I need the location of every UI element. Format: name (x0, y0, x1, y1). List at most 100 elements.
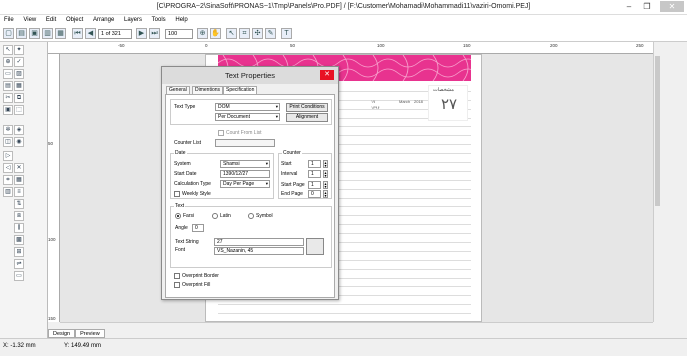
align-tool-icon[interactable]: ⌗ (3, 175, 13, 185)
layers-tool-icon[interactable]: ▤ (3, 81, 13, 91)
stop-tool-icon[interactable]: ◁ (3, 163, 13, 173)
text-string-field[interactable]: 27 (214, 238, 304, 246)
grid-icon[interactable]: ▦ (55, 28, 66, 39)
interval-field[interactable]: 1 (308, 170, 321, 178)
star-tool-icon[interactable]: ✲ (3, 125, 13, 135)
latin-label: Latin (220, 213, 231, 219)
font-field[interactable]: VS_Nazanin, 45 (214, 247, 304, 255)
symbol-label: Symbol (256, 213, 273, 219)
latin-radio[interactable] (212, 213, 218, 219)
dialog-close-button[interactable]: ✕ (320, 70, 334, 80)
date-block[interactable]: مشخصات ۲۷ (428, 85, 468, 121)
design-canvas[interactable]: مشخصات ۲۷ ۱۷ ۱۳۹۶ March 2018 (60, 54, 653, 322)
calc-type-select[interactable]: Day Per Page ▾ (220, 180, 270, 188)
node-tool-icon[interactable]: ✦ (14, 45, 24, 55)
pencil-icon[interactable]: ✎ (265, 28, 276, 39)
calc-tool-icon[interactable]: ⊞ (14, 247, 24, 257)
tab-design[interactable]: Design (48, 329, 76, 338)
close-tool-icon[interactable]: ✕ (14, 163, 24, 173)
vertical-scrollbar[interactable] (653, 42, 661, 322)
count-from-list-checkbox[interactable] (218, 130, 224, 136)
sort-tool-icon[interactable]: ⇅ (14, 199, 24, 209)
frame-tool-icon[interactable]: ⬚ (14, 105, 24, 115)
node-icon[interactable]: ✣ (252, 28, 263, 39)
horizontal-scrollbar[interactable] (60, 322, 653, 329)
maximize-button[interactable]: ❐ (638, 1, 656, 12)
end-page-field[interactable]: 0 (308, 190, 321, 198)
start-field[interactable]: 1 (308, 160, 321, 168)
menu-arrange[interactable]: Arrange (89, 15, 118, 26)
next-page-icon[interactable]: ▶ (136, 28, 147, 39)
dialog-title: Text Properties (162, 67, 338, 84)
weekly-style-checkbox[interactable] (174, 191, 180, 197)
menu-edit[interactable]: Edit (42, 15, 60, 26)
vertical-scroll-thumb[interactable] (655, 56, 660, 206)
crop-icon[interactable]: ⌗ (239, 28, 250, 39)
paste-tool-icon[interactable]: ▦ (14, 81, 24, 91)
pointer-icon[interactable]: ↖ (226, 28, 237, 39)
menu-layers[interactable]: Layers (120, 15, 146, 26)
overprint-fill-checkbox[interactable] (174, 282, 180, 288)
angle-field[interactable]: 0 (192, 224, 204, 232)
last-page-icon[interactable]: ⏭ (149, 28, 160, 39)
page-number-field[interactable]: 1 of 321 (98, 29, 132, 39)
save-icon[interactable]: ▣ (29, 28, 40, 39)
open-icon[interactable]: ▤ (16, 28, 27, 39)
image-tool-icon[interactable]: ▣ (3, 105, 13, 115)
menu-bar: File View Edit Object Arrange Layers Too… (0, 15, 687, 26)
menu-object[interactable]: Object (62, 15, 87, 26)
hand-icon[interactable]: ✋ (210, 28, 221, 39)
text-type-scope-select[interactable]: Per Document ▾ (215, 113, 280, 121)
play-tool-icon[interactable]: ▷ (3, 151, 13, 161)
table-tool-icon[interactable]: ▥ (3, 187, 13, 197)
system-select[interactable]: Shamsi ▾ (220, 160, 270, 168)
record-tool-icon[interactable]: ◉ (14, 137, 24, 147)
menu-file[interactable]: File (0, 15, 18, 26)
start-date-field[interactable]: 1390/12/27 (220, 170, 270, 178)
menu-view[interactable]: View (19, 15, 40, 26)
end-page-spinner[interactable]: ▴ ▾ (323, 190, 328, 198)
copy-tool-icon[interactable]: ⧉ (14, 93, 24, 103)
barcode-tool-icon[interactable]: ⫼ (14, 223, 24, 233)
farsi-radio[interactable] (175, 213, 181, 219)
cube-tool-icon[interactable]: ◫ (3, 137, 13, 147)
menu-tools[interactable]: Tools (148, 15, 170, 26)
start-page-spinner[interactable]: ▴ ▾ (323, 181, 328, 189)
start-spinner[interactable]: ▴ ▾ (323, 160, 328, 168)
menu-help[interactable]: Help (171, 15, 191, 26)
text-icon[interactable]: T (281, 28, 292, 39)
first-page-icon[interactable]: ⏮ (72, 28, 83, 39)
overprint-fill-label: Overprint Fill (182, 282, 211, 288)
text-type-select[interactable]: DOM ▾ (215, 103, 280, 111)
select-tool-icon[interactable]: ↖ (3, 45, 13, 55)
symbol-radio[interactable] (248, 213, 254, 219)
print-conditions-button[interactable]: Print Conditions (286, 103, 328, 112)
toolbar: ▢ ▤ ▣ ▥ ▦ ⏮ ◀ 1 of 321 ▶ ⏭ 100 ⊕ ✋ ↖ ⌗ ✣… (0, 26, 687, 42)
flow-tool-icon[interactable]: ⇌ (14, 259, 24, 269)
zoom-field[interactable]: 100 (165, 29, 193, 39)
grid-tool-icon[interactable]: ▦ (14, 175, 24, 185)
prev-page-icon[interactable]: ◀ (85, 28, 96, 39)
close-button[interactable]: ✕ (660, 1, 684, 12)
field-tool-icon[interactable]: ▭ (14, 271, 24, 281)
counter-list-field[interactable] (215, 139, 275, 147)
check-tool-icon[interactable]: ✓ (14, 57, 24, 67)
palette-tool-icon[interactable]: ◈ (14, 125, 24, 135)
print-icon[interactable]: ▥ (42, 28, 53, 39)
font-picker-button[interactable] (306, 238, 324, 255)
new-icon[interactable]: ▢ (3, 28, 14, 39)
interval-spinner[interactable]: ▴ ▾ (323, 170, 328, 178)
list-tool-icon[interactable]: ≡ (14, 187, 24, 197)
tab-preview[interactable]: Preview (75, 329, 105, 338)
zoom-tool-icon[interactable]: ⊕ (3, 57, 13, 67)
start-page-field[interactable]: 1 (308, 181, 321, 189)
chart-tool-icon[interactable]: ▩ (14, 235, 24, 245)
overprint-border-checkbox[interactable] (174, 273, 180, 279)
cut-tool-icon[interactable]: ✂ (3, 93, 13, 103)
rect-tool-icon[interactable]: ▭ (3, 69, 13, 79)
picture-tool-icon[interactable]: ▨ (14, 69, 24, 79)
minimize-button[interactable]: – (620, 1, 638, 12)
group-tool-icon[interactable]: ⧈ (14, 211, 24, 221)
zoom-icon[interactable]: ⊕ (197, 28, 208, 39)
alignment-button[interactable]: Alignment (286, 113, 328, 122)
